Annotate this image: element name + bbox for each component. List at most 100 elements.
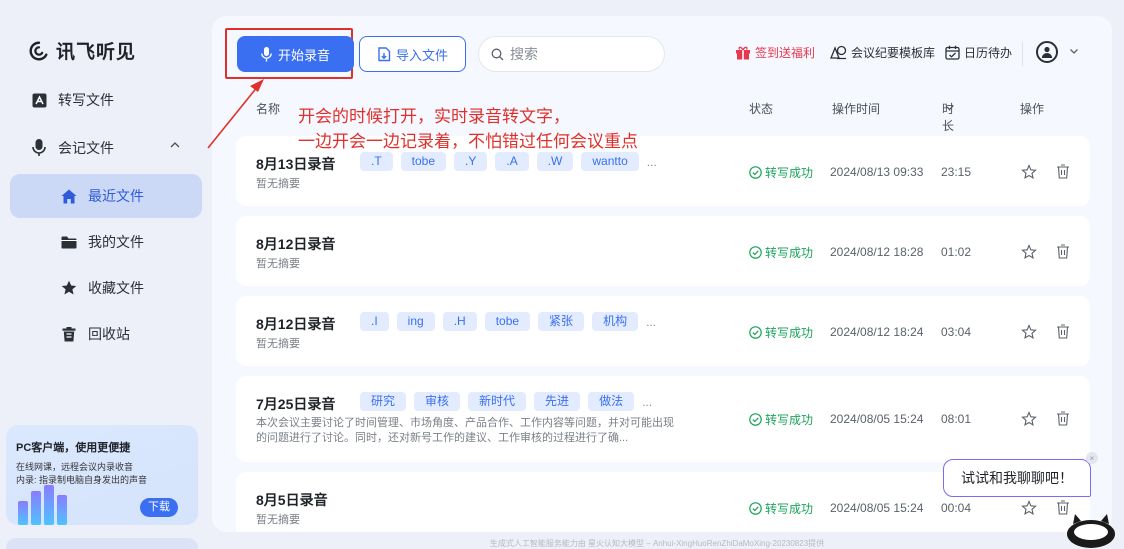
keyword-tag: tobe	[484, 312, 531, 331]
file-tags: .T tobe .Y .A .W wantto ...	[360, 152, 657, 171]
delete-trash-icon[interactable]	[1056, 324, 1070, 339]
search-icon	[491, 48, 504, 60]
delete-trash-icon[interactable]	[1056, 411, 1070, 426]
delete-trash-icon[interactable]	[1056, 164, 1070, 179]
meeting-template-link[interactable]: 会议纪要模板库	[830, 44, 935, 61]
favorite-star-icon[interactable]	[1021, 244, 1037, 260]
keyword-tag: .W	[536, 152, 574, 171]
import-file-button[interactable]: 导入文件	[359, 36, 466, 72]
sidebar-item-label: 最近文件	[88, 188, 144, 204]
file-time: 2024/08/12 18:24	[830, 325, 924, 339]
chat-prompt-bubble[interactable]: 试试和我聊聊吧！	[943, 459, 1091, 497]
column-duration-header[interactable]: 时长	[942, 100, 954, 133]
file-time: 2024/08/12 18:28	[830, 245, 924, 259]
keyword-tag: ing	[396, 312, 435, 331]
file-row[interactable]: 8月12日录音 暂无摘要 转写成功 2024/08/12 18:28 01:02	[236, 216, 1090, 286]
keyword-tag: .H	[442, 312, 477, 331]
app-logo[interactable]: 讯飞听见	[28, 37, 136, 64]
keyword-tag: .I	[360, 312, 389, 331]
file-time: 2024/08/05 15:24	[830, 501, 924, 515]
file-title: 8月5日录音	[256, 492, 328, 508]
toolbar: 开始录音 导入文件 签到送福利 会议纪要模板库 日历待办	[212, 16, 1112, 92]
status-text: 转写成功	[765, 246, 814, 260]
check-circle-icon	[749, 326, 762, 339]
file-duration: 00:04	[941, 501, 972, 515]
sidebar-item-recent-files[interactable]: 最近文件	[10, 174, 202, 218]
column-duration-label: 时长	[942, 102, 955, 133]
keyword-tag: wantto	[581, 152, 639, 171]
assistant-bot-icon[interactable]	[1065, 510, 1117, 549]
promo-line: 在线网课，远程会议内录收音	[16, 462, 134, 472]
file-row[interactable]: 7月25日录音 研究 审核 新时代 先进 做法 ... 本次会议主要讨论了时间管…	[236, 376, 1090, 462]
file-duration: 08:01	[941, 412, 972, 426]
star-icon	[60, 279, 78, 297]
logo-icon	[29, 41, 48, 60]
start-recording-button[interactable]: 开始录音	[237, 36, 354, 72]
promo-illustration	[18, 485, 67, 525]
import-file-label: 导入文件	[395, 47, 448, 63]
sidebar-item-recycle-bin[interactable]: 回收站	[10, 312, 202, 356]
calendar-todo-link[interactable]: 日历待办	[945, 44, 1012, 61]
sidebar-item-favorites[interactable]: 收藏文件	[10, 266, 202, 310]
file-summary: 暂无摘要	[256, 514, 300, 526]
keyword-tag: 机构	[592, 312, 639, 331]
file-summary: 暂无摘要	[256, 258, 300, 270]
sidebar-item-label: 回收站	[88, 326, 130, 342]
chevron-up-icon[interactable]	[170, 141, 180, 149]
check-circle-icon	[749, 413, 762, 426]
column-name-header: 名称	[256, 102, 281, 116]
column-actions-header: 操作	[1020, 102, 1045, 116]
chat-close-button[interactable]: ×	[1086, 452, 1098, 464]
favorite-star-icon[interactable]	[1021, 324, 1037, 340]
microphone-icon	[261, 46, 272, 61]
status-badge: 转写成功	[749, 411, 813, 428]
favorite-star-icon[interactable]	[1021, 500, 1037, 516]
file-time: 2024/08/13 09:33	[830, 165, 924, 179]
checkin-gift-label: 签到送福利	[755, 46, 816, 60]
keyword-tag: 新时代	[468, 392, 527, 411]
folder-icon	[60, 233, 78, 251]
sidebar-item-my-files[interactable]: 我的文件	[10, 220, 202, 264]
keyword-tag: 紧张	[538, 312, 585, 331]
keyword-tag: 先进	[534, 392, 581, 411]
toolbar-divider	[1022, 42, 1023, 66]
tags-more: ...	[646, 154, 657, 169]
keyword-tag: tobe	[400, 152, 447, 171]
status-badge: 转写成功	[749, 324, 813, 341]
pc-client-promo[interactable]: PC客户端，使用更便捷 在线网课，远程会议内录收音 内录: 指录制电脑自身发出的…	[6, 425, 198, 525]
delete-trash-icon[interactable]	[1056, 244, 1070, 259]
keyword-tag: 做法	[588, 392, 635, 411]
status-badge: 转写成功	[749, 244, 813, 261]
search-input[interactable]	[510, 46, 650, 62]
column-time-header: 操作时间	[832, 102, 881, 116]
file-row[interactable]: 8月12日录音 .I ing .H tobe 紧张 机构 ... 暂无摘要 转写…	[236, 296, 1090, 366]
favorite-star-icon[interactable]	[1021, 164, 1037, 180]
trash-icon	[60, 325, 78, 343]
promo-title: PC客户端，使用更便捷	[16, 442, 131, 454]
sidebar-item-transcribe-files[interactable]: 转写文件	[10, 78, 202, 122]
gift-icon	[736, 46, 750, 60]
template-library-icon	[830, 45, 847, 60]
sidebar-item-label: 会记文件	[58, 140, 114, 156]
transcribe-file-icon	[30, 91, 48, 109]
file-duration: 01:02	[941, 245, 972, 259]
search-box[interactable]	[478, 36, 665, 72]
favorite-star-icon[interactable]	[1021, 411, 1037, 427]
status-text: 转写成功	[765, 166, 814, 180]
keyword-tag: 审核	[414, 392, 461, 411]
user-avatar[interactable]	[1036, 41, 1058, 63]
status-text: 转写成功	[765, 413, 814, 427]
import-file-icon	[378, 46, 391, 61]
status-badge: 转写成功	[749, 500, 813, 517]
tags-more: ...	[646, 314, 657, 329]
download-button[interactable]: 下载	[140, 498, 178, 517]
keyword-tag: .Y	[454, 152, 488, 171]
annotation-text: 开会的时候打开，实时录音转文字， 一边开会一边记录着，不怕错过任何会议重点	[298, 104, 638, 154]
chevron-down-icon[interactable]	[1069, 48, 1079, 55]
checkin-gift-link[interactable]: 签到送福利	[735, 44, 815, 61]
file-title: 7月25日录音	[256, 396, 336, 412]
sidebar-item-meeting-files[interactable]: 会记文件	[10, 126, 202, 170]
status-badge: 转写成功	[749, 164, 813, 181]
file-summary: 暂无摘要	[256, 338, 300, 350]
file-time: 2024/08/05 15:24	[830, 412, 924, 426]
